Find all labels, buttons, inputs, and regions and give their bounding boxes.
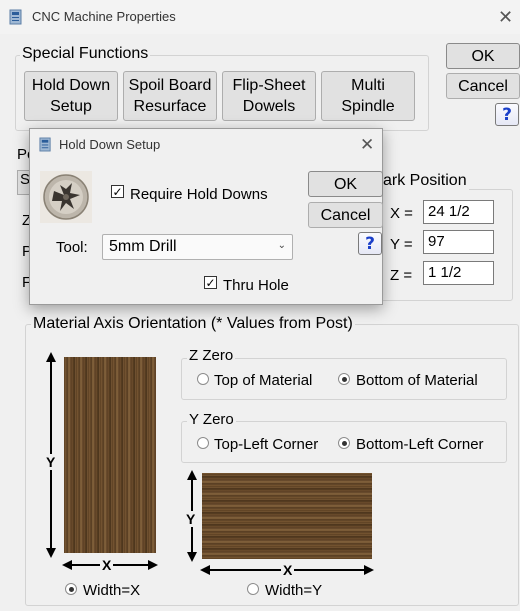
window-title-bar: CNC Machine Properties ✕ bbox=[0, 0, 520, 34]
hold-down-setup-line1: Hold Down bbox=[31, 77, 111, 94]
hold-down-setup-line2: Setup bbox=[50, 98, 92, 115]
z-top-label: Top of Material bbox=[214, 372, 313, 389]
width-y-label: Width=Y bbox=[265, 582, 323, 599]
dialog-cancel-button[interactable]: Cancel bbox=[308, 202, 383, 228]
material-axis-legend: Material Axis Orientation (* Values from… bbox=[31, 315, 355, 333]
park-z-label: Z = bbox=[390, 267, 413, 284]
require-hold-downs-checkbox[interactable]: ✓ bbox=[111, 185, 124, 198]
spoil-board-line2: Resurface bbox=[133, 98, 207, 115]
width-x-label: Width=X bbox=[83, 582, 141, 599]
special-functions-legend: Special Functions bbox=[20, 45, 151, 63]
tool-label: Tool: bbox=[56, 239, 88, 256]
park-position-legend: ark Position bbox=[381, 172, 469, 190]
flip-sheet-dowels-button[interactable]: Flip-Sheet Dowels bbox=[222, 71, 316, 121]
multi-spindle-button[interactable]: Multi Spindle bbox=[321, 71, 415, 121]
thru-hole-label: Thru Hole bbox=[223, 277, 289, 294]
y-bottom-left-label: Bottom-Left Corner bbox=[356, 436, 484, 453]
z-zero-legend: Z Zero bbox=[187, 347, 236, 364]
y-zero-legend: Y Zero bbox=[187, 411, 236, 428]
tool-select[interactable]: 5mm Drill ⌄ bbox=[102, 234, 293, 260]
y-axis-label-vertical: Y bbox=[46, 454, 56, 470]
z-bottom-radio[interactable] bbox=[338, 373, 350, 385]
vertical-board-image bbox=[64, 357, 156, 553]
window-title: CNC Machine Properties bbox=[32, 9, 176, 24]
dialog-title: Hold Down Setup bbox=[59, 137, 161, 152]
multi-spindle-line2: Spindle bbox=[341, 98, 395, 115]
spoil-board-line1: Spoil Board bbox=[128, 77, 212, 94]
thru-hole-checkbox[interactable]: ✓ bbox=[204, 276, 217, 289]
dialog-ok-button[interactable]: OK bbox=[308, 171, 383, 197]
help-icon: ? bbox=[502, 104, 512, 125]
y-bottom-left-radio[interactable] bbox=[338, 437, 350, 449]
flip-sheet-line2: Dowels bbox=[242, 98, 296, 115]
require-hold-downs-label: Require Hold Downs bbox=[130, 186, 268, 203]
cancel-button[interactable]: Cancel bbox=[446, 73, 520, 99]
tool-select-value: 5mm Drill bbox=[109, 238, 177, 255]
park-y-input[interactable]: 97 bbox=[423, 230, 494, 254]
y-axis-label-horizontal: Y bbox=[186, 511, 196, 527]
park-x-label: X = bbox=[390, 205, 413, 222]
dialog-help-button[interactable]: ? bbox=[358, 232, 382, 255]
y-top-left-label: Top-Left Corner bbox=[214, 436, 319, 453]
x-axis-label-vertical: X bbox=[100, 557, 114, 573]
z-top-radio[interactable] bbox=[197, 373, 209, 385]
dialog-close-button[interactable]: ✕ bbox=[360, 136, 374, 153]
hold-down-setup-button[interactable]: Hold Down Setup bbox=[24, 71, 118, 121]
app-icon bbox=[9, 9, 23, 29]
flip-sheet-line1: Flip-Sheet bbox=[232, 77, 306, 94]
z-bottom-label: Bottom of Material bbox=[356, 372, 478, 389]
hold-down-setup-dialog: Hold Down Setup ✕ ✓ Require Hold Downs T… bbox=[29, 128, 383, 305]
x-axis-label-horizontal: X bbox=[281, 562, 295, 578]
chevron-down-icon: ⌄ bbox=[277, 240, 286, 251]
screw-icon bbox=[40, 171, 92, 223]
multi-spindle-line1: Multi bbox=[351, 77, 385, 94]
width-y-radio[interactable] bbox=[247, 583, 259, 595]
y-top-left-radio[interactable] bbox=[197, 437, 209, 449]
dialog-help-icon: ? bbox=[365, 233, 375, 254]
park-y-label: Y = bbox=[390, 236, 413, 253]
horizontal-board-image bbox=[202, 473, 372, 559]
help-button[interactable]: ? bbox=[495, 103, 519, 126]
ok-button[interactable]: OK bbox=[446, 43, 520, 69]
dialog-app-icon bbox=[39, 137, 52, 156]
width-x-radio[interactable] bbox=[65, 583, 77, 595]
park-x-input[interactable]: 24 1/2 bbox=[423, 200, 494, 224]
spoil-board-resurface-button[interactable]: Spoil Board Resurface bbox=[123, 71, 217, 121]
window-close-button[interactable]: ✕ bbox=[498, 8, 513, 26]
park-z-input[interactable]: 1 1/2 bbox=[423, 261, 494, 285]
